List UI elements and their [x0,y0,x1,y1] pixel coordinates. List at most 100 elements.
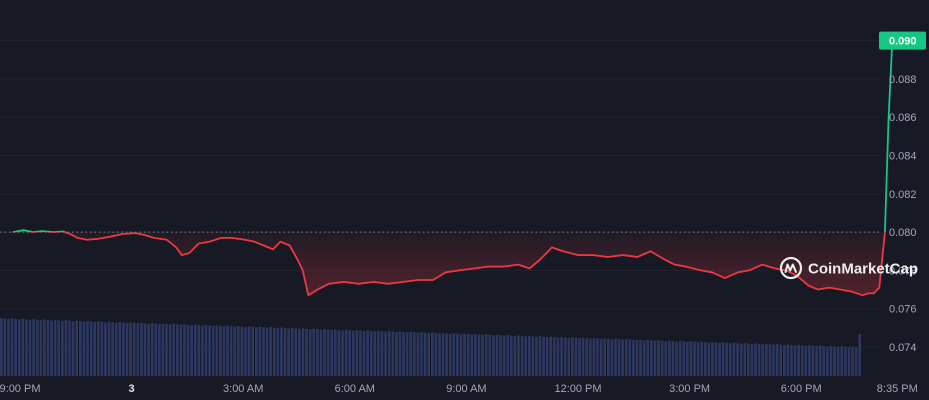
volume-bar [438,333,441,376]
volume-bar [445,333,448,376]
volume-bar [689,341,693,376]
volume-bar [675,341,678,376]
volume-bar [122,322,125,376]
volume-bar [545,337,549,376]
volume-bar [538,336,542,376]
volume-bar [621,339,624,376]
volume-bar [829,345,833,376]
volume-bar [567,337,571,376]
volume-bar [815,346,818,376]
volume-bar [265,327,269,376]
volume-bar [610,339,614,376]
volume-bar [326,329,330,376]
volume-bar [305,328,308,376]
volume-bar [628,339,632,376]
volume-bar [247,326,251,376]
y-tick-label: 0.084 [889,151,917,163]
volume-bar [718,342,721,376]
current-price-badge: 0.090 [879,31,926,50]
volume-bar [197,325,201,376]
volume-bar [790,344,793,376]
y-tick-label: 0.082 [889,189,917,201]
volume-bar [517,335,520,376]
volume-bar [118,321,122,376]
x-tick-label: 3 [129,383,135,395]
volume-bar [765,343,768,376]
volume-bar [696,342,700,376]
volume-bar [172,323,175,376]
volume-bar [775,344,779,376]
volume-bar [262,327,265,376]
volume-bar [362,331,366,376]
volume-bar [71,321,75,376]
volume-bar [255,327,258,376]
volume-bar [844,346,847,376]
volume-bar [571,337,574,376]
volume-bar [405,332,409,376]
volume-bar [140,322,143,376]
volume-bar [193,324,197,376]
volume-bar [614,338,617,376]
volume-bar [474,333,477,376]
volume-bar [811,345,815,376]
volume-bar [456,333,459,376]
price-chart: 0.0740.0760.0780.0800.0820.0840.0860.088… [0,0,929,400]
volume-bar [535,336,538,376]
volume-bar [215,325,219,376]
volume-bar [168,324,172,376]
volume-bar [657,340,660,376]
volume-bar [725,342,729,376]
volume-bar [793,345,797,376]
volume-bar [17,319,21,376]
volume-bar [237,325,240,376]
volume-bar [280,327,283,376]
volume-bar [757,343,761,376]
volume-bar [836,346,840,376]
volume-bar [373,331,377,376]
volume-bar [402,331,405,376]
volume-bar [387,331,391,376]
volume-bar [64,320,68,376]
volume-bar [0,318,3,376]
volume-bar [804,345,808,376]
volume-bar [854,347,858,376]
volume-bar [186,324,190,376]
volume-bar [32,319,35,376]
volume-bar [847,347,851,376]
volume-bar [678,340,682,376]
volume-bar [721,342,725,376]
volume-bar [68,320,71,376]
volume-bar [693,341,696,376]
volume-bar [686,341,689,376]
volume-bar [244,327,247,376]
volume-bar [585,338,589,376]
volume-bar [542,336,545,376]
volume-bar [646,339,650,376]
volume-bar [114,322,118,376]
y-tick-label: 0.086 [889,112,917,124]
volume-bar [251,326,255,376]
volume-bar [484,334,488,376]
volume-bar [86,320,89,376]
volume-bar [639,339,642,376]
volume-bar [43,319,46,376]
volume-bar [703,342,707,376]
volume-bar [560,336,563,376]
volume-bar [283,327,287,376]
volume-bar [660,340,664,376]
volume-bar [524,336,527,376]
volume-bar [211,325,215,376]
volume-bar [750,344,754,376]
y-tick-label: 0.074 [889,342,917,354]
volume-bar [711,341,714,376]
volume-bar [93,321,96,376]
volume-bar [624,339,628,376]
volume-bar [513,336,517,376]
volume-bar [833,346,836,376]
volume-bar [233,326,237,376]
volume-bar [782,345,786,376]
volume-bar [409,331,413,376]
y-tick-label: 0.076 [889,304,917,316]
volume-bar [818,345,822,376]
volume-bar [671,340,675,376]
